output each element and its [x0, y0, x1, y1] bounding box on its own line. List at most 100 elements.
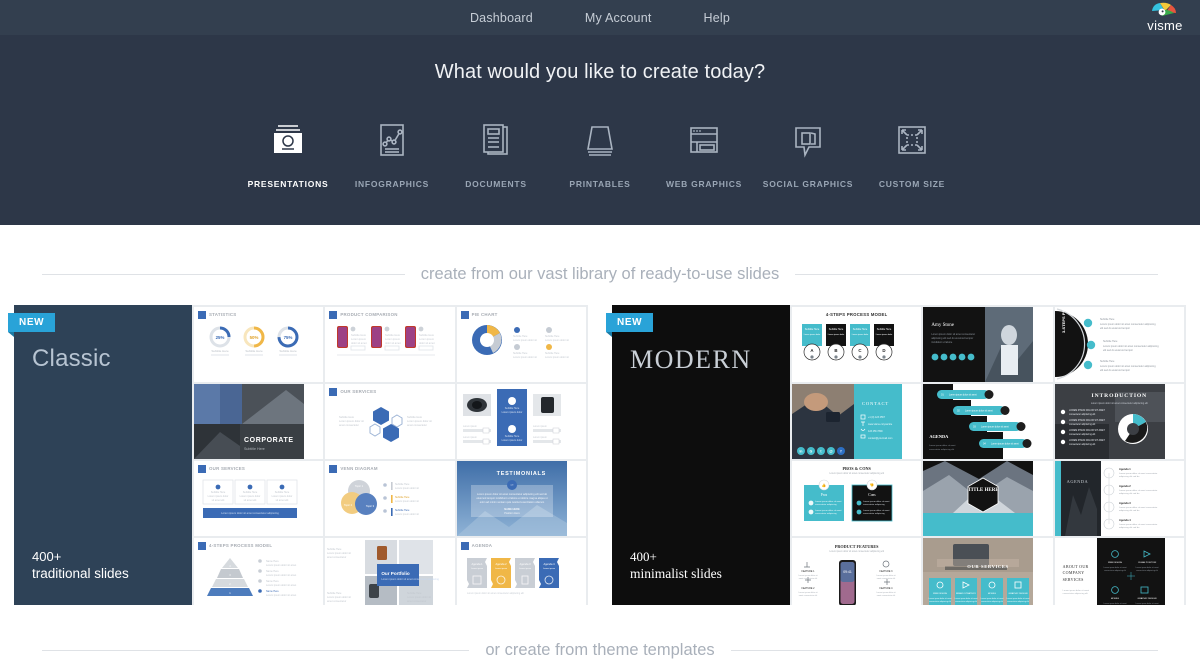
library-divider-text: create from our vast library of ready-to… [420, 265, 780, 283]
svg-text:Name Here: Name Here [266, 560, 279, 563]
svg-text:Lorem ipsum dolor: Lorem ipsum dolor [852, 334, 869, 336]
slide-thumbnail[interactable]: 4-STEPS PROCESS MODEL Subtitle Here Subti… [792, 307, 922, 382]
slide-title: PRODUCT FEATURES [834, 544, 879, 549]
svg-text:Lorem ipsum dolor sit: Lorem ipsum dolor sit [513, 356, 537, 359]
nav-dashboard[interactable]: Dashboard [470, 11, 533, 25]
svg-text:👎: 👎 [870, 482, 875, 487]
resize-arrows-icon [889, 117, 935, 163]
svg-text:consectetur adipiscing elit: consectetur adipiscing elit [956, 600, 978, 603]
svg-text:consectetur adipiscing elit: consectetur adipiscing elit [929, 448, 954, 451]
svg-text:Subtitle Here: Subtitle Here [243, 491, 258, 494]
visme-wordmark: visme [1147, 18, 1183, 33]
slide-title: INTRODUCTION [1091, 393, 1148, 399]
svg-text:Lorem ipsum dolor sit: Lorem ipsum dolor sit [513, 339, 537, 342]
slide-title: ABOUT OUR COMPANY SERVICES [1062, 564, 1089, 582]
active-tab-indicator [246, 225, 330, 235]
svg-text:Lorem ipsum dolor sit amet: Lorem ipsum dolor sit amet [266, 584, 296, 587]
svg-text:Topic 1: Topic 1 [355, 484, 364, 488]
slide-title: PROS & CONS [842, 466, 871, 471]
slide-thumbnail[interactable]: AGENDA Agenda 1 Agenda 2 Agenda 3 Agenda 4 … [456, 538, 586, 605]
svg-text:Lorem ipsum dolor sit amet con: Lorem ipsum dolor sit amet consectetur [1119, 472, 1158, 475]
svg-text:BRAND STRATEGY: BRAND STRATEGY [956, 592, 976, 595]
slide-thumbnail[interactable]: OUR SERVICES Subtitle Here Lorem ipsum do… [194, 461, 324, 536]
slide-thumbnail[interactable]: CORPORATE Subtitle Here [194, 384, 324, 459]
svg-text:Lorem ipsum dolor sit amet: Lorem ipsum dolor sit amet [1135, 566, 1158, 569]
svg-text:Lorem ipsum dolor sit: Lorem ipsum dolor sit [798, 574, 818, 577]
category-label: DOCUMENTS [465, 179, 527, 189]
svg-text:sit amet elit: sit amet elit [244, 499, 257, 502]
svg-text:Name Here: Name Here [266, 580, 279, 583]
slide-thumbnail[interactable]: WEB DESIGN BRAND STRATEGY MOBILE GRAPHIC DE… [923, 538, 1053, 605]
svg-text:Subtitle Here: Subtitle Here [513, 335, 528, 338]
pack-cover-modern[interactable]: MODERN 400+ minimalist slides [612, 305, 790, 605]
svg-text:Agenda 1: Agenda 1 [471, 562, 483, 566]
slide-thumbnail[interactable]: PIE CHART Subtitle Here Lorem ipsum dolor… [456, 307, 586, 382]
pack-classic[interactable]: NEW Classic 400+ traditional slides STAT… [8, 305, 588, 605]
category-documents[interactable]: DOCUMENTS [444, 117, 548, 189]
svg-text:consectetur adipiscing: consectetur adipiscing [815, 512, 837, 515]
svg-text:Subtitle Here: Subtitle Here [504, 407, 519, 410]
category-printables[interactable]: PRINTABLES [548, 117, 652, 189]
svg-text:Lorem ipsum dolor sit amet: Lorem ipsum dolor sit amet [266, 574, 296, 577]
svg-text:Lorem ipsum dolor sit amet: Lorem ipsum dolor sit amet [929, 444, 956, 447]
category-presentations[interactable]: PRESENTATIONS [236, 117, 340, 235]
slide-thumbnail[interactable]: WEB DESIGN CLEAN POSITION MOBILE GRAPHIC DE… [1054, 538, 1184, 605]
slide-thumbnail[interactable]: PROS & CONS Lorem ipsum dolor sit amet c… [792, 461, 922, 536]
browser-window-icon [681, 117, 727, 163]
slide-thumbnail[interactable]: 01 02 03 04 Lorem ipsum dolor sit amet Lorem… [923, 384, 1053, 459]
svg-text:amet consectetur: amet consectetur [327, 600, 346, 603]
slide-thumbnail[interactable]: STATISTICS 25% 50% 75% Subtitle Here Subt… [194, 307, 324, 382]
svg-text:MOBILE: MOBILE [1111, 598, 1120, 600]
category-custom-size[interactable]: CUSTOM SIZE [860, 117, 964, 189]
slide-count-number: 400+ [32, 549, 62, 565]
slide-title: AGENDA [1066, 479, 1089, 484]
svg-text:Lorem ipsum dolor sit amet: Lorem ipsum dolor sit amet [991, 443, 1019, 446]
svg-text:consectetur adipiscing elit: consectetur adipiscing elit [1069, 443, 1096, 446]
svg-text:Lorem ipsum dolor sit amet con: Lorem ipsum dolor sit amet consectetur a… [221, 511, 279, 515]
svg-text:Lorem ipsum dolor sit amet con: Lorem ipsum dolor sit amet consectetur a… [1103, 345, 1159, 348]
slide-thumbnail[interactable]: LOREM IPSUM DOLOR SIT AMET consectetur ad… [1054, 384, 1184, 459]
svg-text:Topic 2: Topic 2 [344, 503, 353, 507]
svg-text:Lorem ipsum dolor sit: Lorem ipsum dolor sit [339, 419, 364, 423]
category-label: SOCIAL GRAPHICS [762, 179, 854, 189]
svg-text:Lorem ipsum dolor sit amet: Lorem ipsum dolor sit amet [1103, 566, 1126, 569]
svg-text:dolor sit amet: dolor sit amet [385, 341, 401, 345]
nav-help[interactable]: Help [704, 11, 731, 25]
slide-thumbnail[interactable]: OUR SERVICES Subtitle Here Lorem ipsum do… [325, 384, 455, 459]
slide-thumbnail[interactable]: TITLE HERE [923, 461, 1053, 536]
svg-text:👍: 👍 [822, 482, 827, 487]
svg-text:Agenda 4: Agenda 4 [1119, 518, 1131, 522]
svg-text:dolor sit amet: dolor sit amet [351, 341, 367, 345]
svg-text:Lorem ipsum: Lorem ipsum [463, 425, 477, 428]
svg-text:LOREM IPSUM DOLOR SIT AMET: LOREM IPSUM DOLOR SIT AMET [1069, 429, 1106, 432]
svg-text:Subtitle Here: Subtitle Here [275, 491, 290, 494]
slide-thumbnail[interactable]: “” Lorem ipsum dolor sit amet consectetu… [456, 461, 586, 536]
svg-text:consectetur adipiscing elit: consectetur adipiscing elit [930, 600, 952, 603]
pack-cover-classic[interactable]: Classic 400+ traditional slides [14, 305, 192, 605]
slide-thumbnail[interactable]: VENN DIAGRAM Topic 1 Topic 2 Topic 3 Subti… [325, 461, 455, 536]
svg-text:Lorem ipsum: Lorem ipsum [495, 567, 507, 570]
slide-thumbnail[interactable]: Agenda 1 Agenda 2 Agenda 3 Agenda 4 Lorem i… [1054, 461, 1184, 536]
slide-thumbnail[interactable]: CONTACT +1 (0) 123 4567 www.visme.co/your… [792, 384, 922, 459]
slide-thumbnail[interactable]: Subtitle Here Lorem ipsum dolor sit amet c… [325, 538, 455, 605]
slide-thumbnail[interactable]: Amy Stone Lorem ipsum dolor sit amet con… [923, 307, 1053, 382]
slide-thumbnail[interactable]: 4-STEPS PROCESS MODEL 4321 Name Here Lore… [194, 538, 324, 605]
category-infographics[interactable]: INFOGRAPHICS [340, 117, 444, 189]
svg-text:Topic 3: Topic 3 [366, 504, 375, 508]
nav-my-account[interactable]: My Account [585, 11, 652, 25]
slide-thumbnail[interactable]: Subtitle Here Lorem ipsum dolor Subtitle … [456, 384, 586, 459]
category-label: PRESENTATIONS [247, 179, 329, 189]
svg-text:FEATURE 2: FEATURE 2 [802, 587, 816, 590]
svg-text:GRAPHIC DESIGN: GRAPHIC DESIGN [1009, 592, 1028, 595]
svg-text:G: G [810, 449, 813, 453]
category-social-graphics[interactable]: SOCIAL GRAPHICS [756, 117, 860, 189]
category-web-graphics[interactable]: WEB GRAPHICS [652, 117, 756, 189]
svg-text:Lorem ipsum dolor sit amet: Lorem ipsum dolor sit amet [981, 597, 1004, 600]
slide-thumbnail[interactable]: Subtitle Here Lorem ipsum dolor sit amet … [1054, 307, 1184, 382]
svg-text:Lorem ipsum dolor sit: Lorem ipsum dolor sit [545, 356, 569, 359]
pack-modern[interactable]: NEW MODERN 400+ minimalist slides 4-STEP… [606, 305, 1186, 605]
slide-thumbnail[interactable]: PRODUCT COMPARISON Subtitle Here Lorem ip… [325, 307, 455, 382]
svg-text:Lorem ipsum: Lorem ipsum [419, 337, 434, 341]
slide-thumbnail[interactable]: PRODUCT FEATURES Lorem ipsum dolor sit a… [792, 538, 922, 605]
visme-logo[interactable]: visme [1138, 1, 1192, 35]
